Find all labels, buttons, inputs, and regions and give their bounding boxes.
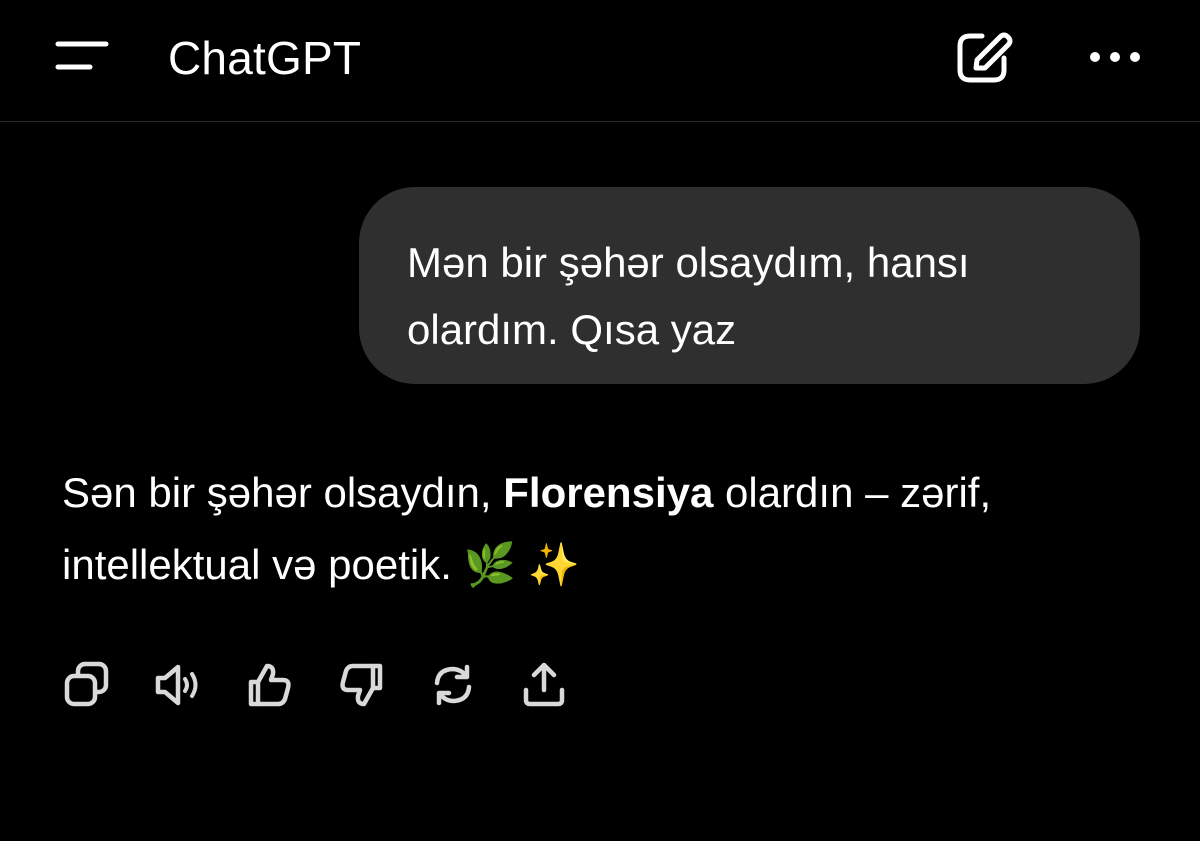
copy-icon (64, 661, 109, 707)
assistant-message-prefix: Sən bir şəhər olsaydın, (62, 469, 504, 516)
sparkles-emoji: ✨ (527, 540, 580, 589)
read-aloud-button[interactable] (152, 658, 202, 712)
bad-response-button[interactable] (336, 658, 386, 712)
share-button[interactable] (520, 658, 570, 712)
regenerate-button[interactable] (428, 658, 478, 712)
sidebar-menu-icon (55, 41, 109, 70)
user-message-text: Mən bir şəhər olsaydım, hansı olardım. Q… (407, 239, 970, 353)
good-response-button[interactable] (245, 658, 295, 712)
assistant-message: Sən bir şəhər olsaydın, Florensiya olard… (62, 457, 1142, 601)
share-icon (523, 662, 565, 707)
herb-emoji: 🌿 (463, 540, 516, 589)
speaker-icon (155, 664, 198, 706)
assistant-message-highlight: Florensiya (503, 469, 714, 516)
thumbs-up-icon (248, 663, 291, 707)
user-message-bubble: Mən bir şəhər olsaydım, hansı olardım. Q… (359, 187, 1140, 384)
more-options-button[interactable] (1084, 40, 1146, 74)
app-title: ChatGPT (168, 32, 362, 84)
thumbs-down-icon (340, 663, 383, 707)
sidebar-menu-button[interactable] (52, 36, 112, 76)
copy-button[interactable] (62, 658, 112, 712)
more-dots-icon (1090, 52, 1140, 62)
compose-icon (957, 32, 1013, 83)
new-chat-button[interactable] (952, 28, 1016, 88)
refresh-icon (434, 664, 472, 706)
top-bar: ChatGPT (0, 0, 1200, 122)
